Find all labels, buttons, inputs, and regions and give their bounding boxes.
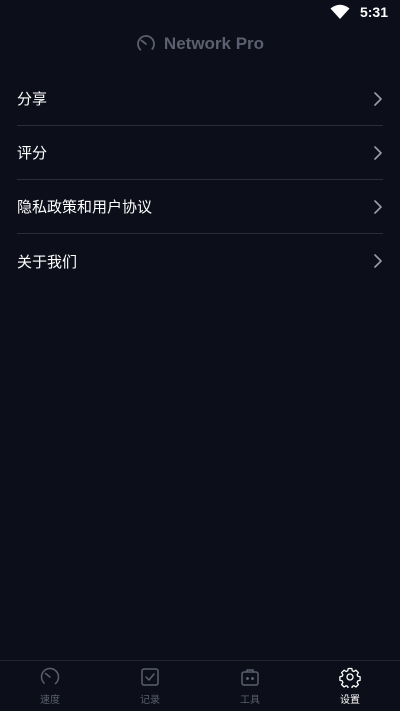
nav-label: 记录 xyxy=(140,695,160,706)
gear-icon xyxy=(339,667,361,688)
settings-item-label: 关于我们 xyxy=(17,252,78,271)
settings-screen: 5:31 Network Pro 分享 评分 隐私政策和用户协议 关于我们 速度… xyxy=(0,0,400,711)
nav-label: 设置 xyxy=(340,695,360,706)
chevron-right-icon xyxy=(374,254,382,268)
nav-label: 工具 xyxy=(240,695,260,706)
tab-settings[interactable]: 设置 xyxy=(300,661,400,711)
settings-item-share[interactable]: 分享 xyxy=(17,72,383,126)
settings-item-about-us[interactable]: 关于我们 xyxy=(17,234,383,288)
chevron-right-icon xyxy=(374,145,382,160)
settings-item-privacy-policy[interactable]: 隐私政策和用户协议 xyxy=(17,180,383,234)
app-title: Network Pro xyxy=(163,34,265,53)
settings-item-label: 隐私政策和用户协议 xyxy=(17,198,153,216)
tab-records[interactable]: 记录 xyxy=(100,661,200,711)
bottom-nav: 速度 记录 工具 设置 xyxy=(0,660,400,711)
speedometer-icon xyxy=(137,35,155,53)
tab-tools[interactable]: 工具 xyxy=(200,661,300,711)
tab-speed[interactable]: 速度 xyxy=(0,661,100,711)
app-header: Network Pro xyxy=(0,30,400,58)
status-bar: 5:31 xyxy=(0,0,400,24)
toolbox-icon xyxy=(241,669,259,686)
settings-item-rate[interactable]: 评分 xyxy=(17,126,383,180)
chevron-right-icon xyxy=(374,91,382,106)
checkbox-icon xyxy=(141,668,159,686)
status-time: 5:31 xyxy=(359,4,388,20)
chevron-right-icon xyxy=(374,199,382,214)
speedometer-icon xyxy=(40,667,60,687)
settings-item-label: 评分 xyxy=(17,144,48,162)
nav-label: 速度 xyxy=(40,695,60,706)
settings-list: 分享 评分 隐私政策和用户协议 关于我们 xyxy=(17,72,383,288)
wifi-icon xyxy=(330,4,350,19)
settings-item-label: 分享 xyxy=(17,90,48,108)
